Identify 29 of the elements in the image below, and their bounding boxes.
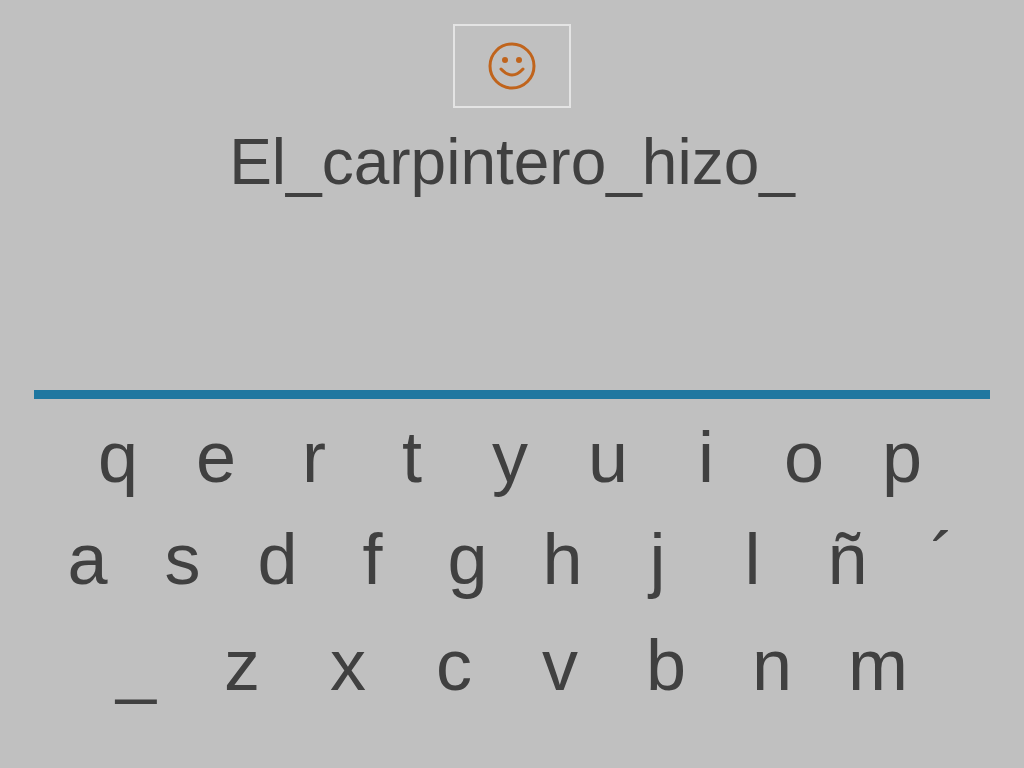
letter-key[interactable]: u [559, 412, 657, 502]
letter-key[interactable]: ´ [895, 514, 990, 604]
letter-key[interactable]: ñ [800, 514, 895, 604]
letter-key[interactable]: v [507, 620, 613, 710]
letter-key[interactable]: b [613, 620, 719, 710]
letter-key[interactable]: d [230, 514, 325, 604]
letter-key[interactable]: t [363, 412, 461, 502]
letter-key[interactable]: h [515, 514, 610, 604]
letter-key[interactable]: n [719, 620, 825, 710]
letter-key[interactable]: _ [83, 620, 189, 710]
letter-key[interactable]: g [420, 514, 515, 604]
letter-key[interactable]: z [189, 620, 295, 710]
sentence-text: El_carpintero_hizo_ [229, 125, 795, 200]
letter-key[interactable]: l [705, 514, 800, 604]
letter-key[interactable]: o [755, 412, 853, 502]
letter-key[interactable]: y [461, 412, 559, 502]
letter-key[interactable]: f [325, 514, 420, 604]
letter-key[interactable]: s [135, 514, 230, 604]
letter-key[interactable]: m [825, 620, 931, 710]
letter-key[interactable]: a [40, 514, 135, 604]
smiley-icon [487, 41, 537, 91]
letter-key[interactable]: j [610, 514, 705, 604]
letter-key[interactable]: e [167, 412, 265, 502]
letter-key[interactable]: c [401, 620, 507, 710]
letter-key[interactable]: p [853, 412, 951, 502]
letter-key[interactable]: r [265, 412, 363, 502]
letter-key[interactable]: q [69, 412, 167, 502]
letter-key[interactable]: i [657, 412, 755, 502]
letter-key[interactable]: x [295, 620, 401, 710]
